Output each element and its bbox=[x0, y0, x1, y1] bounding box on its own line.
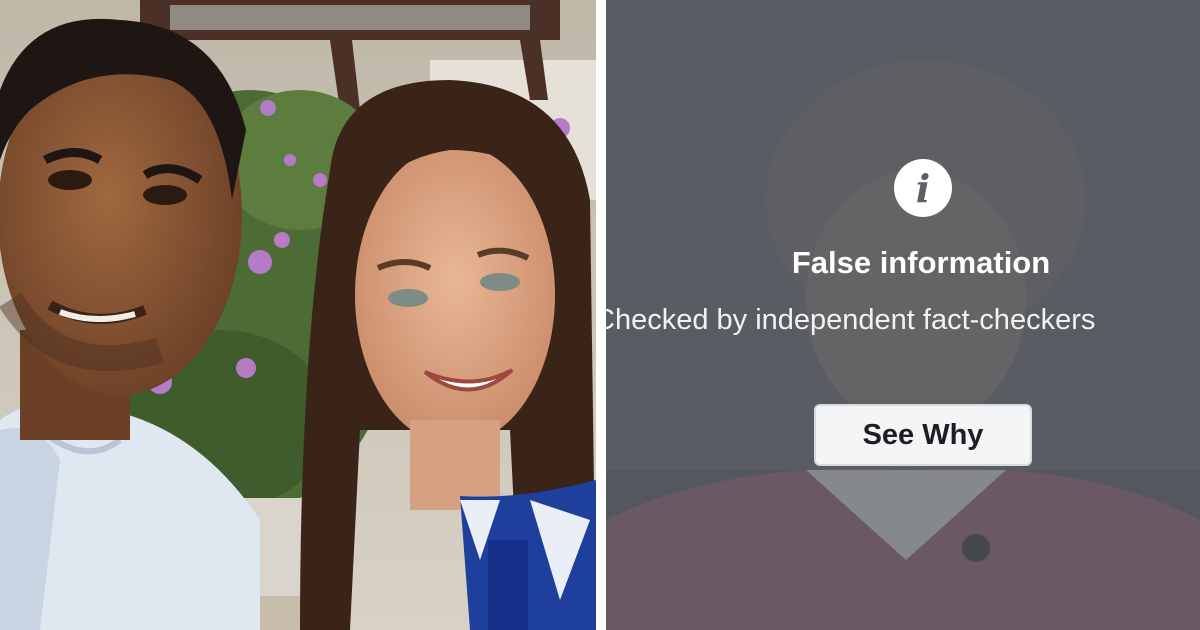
fact-checker-subtitle: Checked by independent fact-checkers bbox=[606, 304, 1096, 336]
see-why-button[interactable]: See Why bbox=[814, 404, 1032, 466]
fact-check-overlay: i False information Checked by independe… bbox=[606, 0, 1200, 630]
fact-check-panel: i False information Checked by independe… bbox=[606, 0, 1200, 630]
composite-image: i False information Checked by independe… bbox=[0, 0, 1200, 630]
info-icon: i bbox=[894, 159, 952, 217]
false-information-title: False information bbox=[791, 245, 1051, 280]
couple-photo bbox=[0, 0, 596, 630]
panel-divider bbox=[596, 0, 606, 630]
